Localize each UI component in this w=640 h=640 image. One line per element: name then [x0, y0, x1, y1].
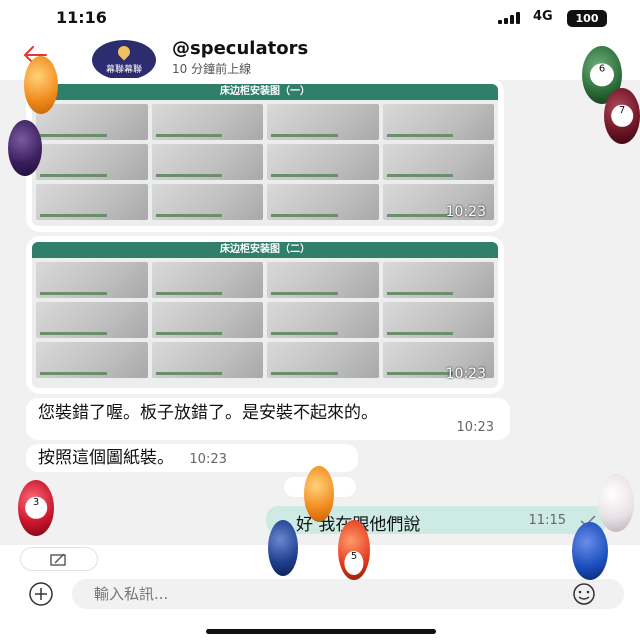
- chat-header: 幕聯幕聯 @speculators 10 分鐘前上線: [0, 34, 640, 80]
- chat-name[interactable]: @speculators: [172, 38, 308, 59]
- status-time: 11:16: [56, 8, 107, 27]
- image-grid: [32, 258, 498, 382]
- photo-cell: [267, 342, 379, 378]
- message-time: 10:23: [456, 419, 494, 435]
- photo-cell: [36, 302, 148, 338]
- image-title: 床边柜安装图（二）: [32, 242, 498, 258]
- photo-cell: [36, 342, 148, 378]
- composer-bar: [0, 545, 640, 640]
- message-body: 您裝錯了喔。板子放錯了。是安裝不起來的。: [38, 403, 378, 423]
- red-orange-ball-icon: 5: [338, 520, 370, 580]
- message-input[interactable]: [72, 579, 624, 609]
- ball-number: 3: [25, 496, 47, 520]
- photo-cell: [267, 144, 379, 180]
- image-message[interactable]: 床边柜安装图（一） 10:23: [26, 78, 504, 232]
- ball-number: 6: [590, 63, 614, 87]
- emoji-icon[interactable]: [566, 582, 602, 606]
- photo-cell: [151, 262, 263, 298]
- incoming-message[interactable]: 您裝錯了喔。板子放錯了。是安裝不起來的。 10:23: [26, 398, 510, 440]
- status-bar: 11:16 4G 100: [0, 0, 640, 34]
- photo-cell: [267, 184, 379, 220]
- photo-cell: [36, 262, 148, 298]
- blue-ball-icon: [572, 522, 608, 580]
- photo-cell: [382, 144, 494, 180]
- message-body: 按照這個圖紙裝。: [38, 448, 174, 468]
- edit-button[interactable]: [20, 547, 98, 571]
- image-grid: [32, 100, 498, 224]
- add-attachment-icon[interactable]: [24, 581, 58, 607]
- photo-cell: [151, 342, 263, 378]
- white-ball-icon: [598, 474, 634, 532]
- assembly-image[interactable]: 床边柜安装图（二） 10:23: [32, 242, 498, 388]
- incoming-message[interactable]: 按照這個圖紙裝。 10:23: [26, 444, 358, 472]
- photo-cell: [151, 104, 263, 140]
- image-message[interactable]: 床边柜安装图（二） 10:23: [26, 236, 504, 394]
- avatar-text: 幕聯幕聯: [105, 65, 142, 75]
- photo-cell: [382, 262, 494, 298]
- orange-ball-icon: [304, 466, 334, 522]
- image-title: 床边柜安装图（一）: [32, 84, 498, 100]
- photo-cell: [267, 262, 379, 298]
- message-time: 10:23: [189, 452, 227, 467]
- red-ball-icon: 3: [18, 480, 54, 536]
- photo-cell: [36, 104, 148, 140]
- assembly-image[interactable]: 床边柜安装图（一） 10:23: [32, 84, 498, 226]
- photo-cell: [36, 144, 148, 180]
- orange-ball-icon: [24, 56, 58, 114]
- photo-cell: [151, 302, 263, 338]
- home-indicator: [206, 629, 436, 634]
- purple-ball-icon: [8, 120, 42, 176]
- photo-cell: [151, 144, 263, 180]
- photo-cell: [267, 104, 379, 140]
- signal-icon: [498, 12, 524, 24]
- presence-status: 10 分鐘前上線: [172, 62, 252, 76]
- heart-icon: [115, 43, 133, 61]
- ball-number: 5: [344, 551, 364, 576]
- ball-number: 7: [611, 104, 633, 128]
- photo-cell: [267, 302, 379, 338]
- photo-cell: [382, 104, 494, 140]
- network-type: 4G: [533, 9, 553, 24]
- maroon-ball-icon: 7: [604, 88, 640, 144]
- message-time: 10:23: [445, 204, 486, 220]
- photo-cell: [36, 184, 148, 220]
- photo-cell: [382, 302, 494, 338]
- navy-ball-icon: [268, 520, 298, 576]
- message-time: 11:15: [528, 513, 566, 528]
- battery-icon: 100: [567, 10, 607, 27]
- avatar[interactable]: 幕聯幕聯: [92, 40, 156, 80]
- message-time: 10:23: [445, 366, 486, 382]
- photo-cell: [151, 184, 263, 220]
- edit-icon: [50, 553, 66, 566]
